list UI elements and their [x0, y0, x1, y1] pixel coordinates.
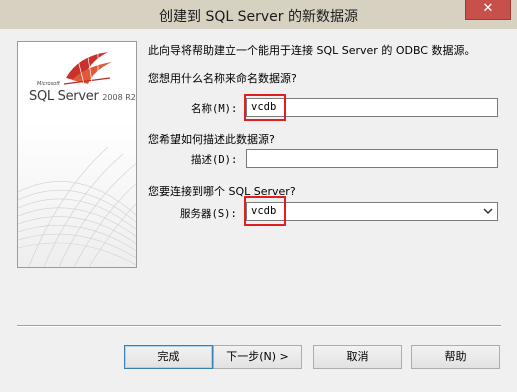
next-button[interactable]: 下一步(N) > [213, 345, 302, 369]
title-bar[interactable]: 创建到 SQL Server 的新数据源 ✕ [0, 0, 517, 29]
sql-server-logo-panel: Microsoft SQL Server 2008 R2 [17, 41, 137, 268]
logo-version: 2008 R2 [102, 93, 136, 102]
logo-brand-text: Microsoft [37, 81, 60, 87]
logo-product-name: SQL Server [29, 89, 99, 104]
help-button[interactable]: 帮助 [411, 345, 500, 369]
description-question: 您希望如何描述此数据源? [148, 133, 275, 146]
name-highlight-box [244, 94, 286, 121]
description-input[interactable] [246, 149, 498, 168]
description-label: 描述(D): [191, 154, 238, 166]
cancel-button[interactable]: 取消 [313, 345, 402, 369]
close-button[interactable]: ✕ [465, 0, 511, 20]
button-divider [17, 325, 501, 327]
close-icon: ✕ [482, 1, 494, 16]
server-highlight-box [244, 196, 286, 226]
intro-text: 此向导将帮助建立一个能用于连接 SQL Server 的 ODBC 数据源。 [148, 44, 476, 57]
name-label: 名称(M): [191, 103, 238, 115]
name-question: 您想用什么名称来命名数据源? [148, 72, 297, 85]
chevron-down-icon[interactable] [481, 204, 495, 219]
odbc-dsn-wizard-window: 创建到 SQL Server 的新数据源 ✕ Microsoft SQL Ser… [0, 0, 517, 392]
sql-server-logo-icon [63, 52, 112, 85]
server-label: 服务器(S): [180, 208, 237, 220]
window-title: 创建到 SQL Server 的新数据源 [159, 9, 358, 25]
finish-button[interactable]: 完成 [124, 345, 213, 369]
logo-product-text: SQL Server 2008 R2 [29, 89, 136, 104]
